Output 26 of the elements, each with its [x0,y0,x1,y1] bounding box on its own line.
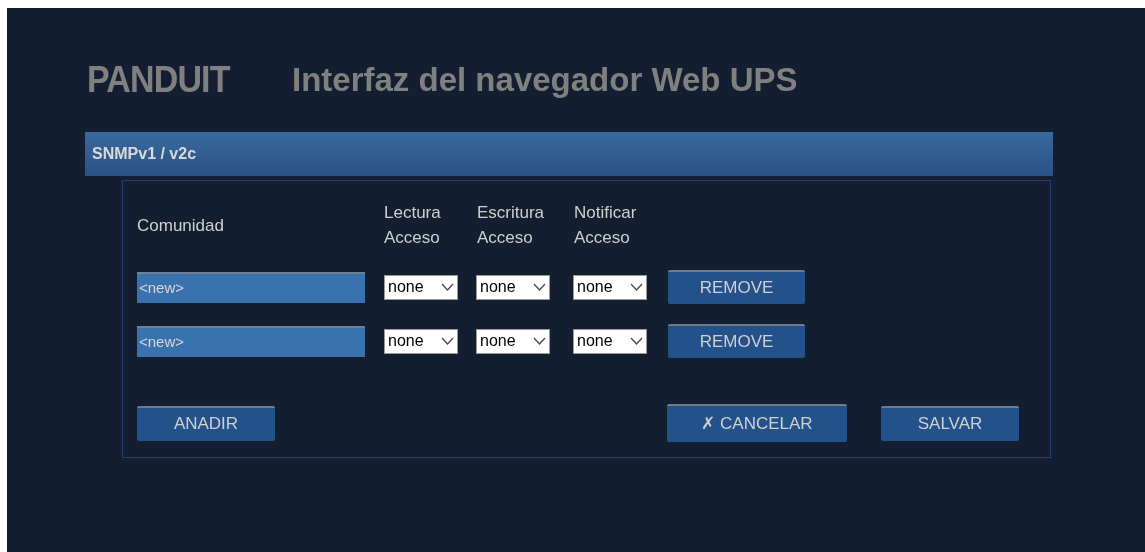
community-field[interactable]: <new> [137,271,365,303]
access-select[interactable]: none [476,328,550,354]
chevron-down-icon [441,337,454,345]
chevron-down-icon [630,337,643,345]
chevron-down-icon [630,283,643,291]
access-select[interactable]: none [573,328,647,354]
access-select[interactable]: none [384,274,458,300]
cancel-button[interactable]: ✗ CANCELAR [667,404,847,442]
community-field[interactable]: <new> [137,325,365,357]
column-header: Comunidad [137,214,225,237]
column-header: Escritura Acceso [477,202,546,249]
logo: PANDUIT [87,60,231,98]
column-header: Notificar Acceso [574,202,638,249]
add-button[interactable]: ANADIR [137,405,275,441]
page-title: Interfaz del navegador Web UPS [292,63,798,96]
chevron-down-icon [441,283,454,291]
chevron-down-icon [533,283,546,291]
save-button[interactable]: SALVAR [881,405,1019,441]
remove-button[interactable]: REMOVE [668,324,805,358]
column-header: Lectura Acceso [384,202,442,249]
remove-button[interactable]: REMOVE [668,270,805,304]
chevron-down-icon [533,337,546,345]
access-select[interactable]: none [476,274,550,300]
access-select[interactable]: none [384,328,458,354]
section-header: SNMPv1 / v2c [85,132,1053,176]
access-select[interactable]: none [573,274,647,300]
